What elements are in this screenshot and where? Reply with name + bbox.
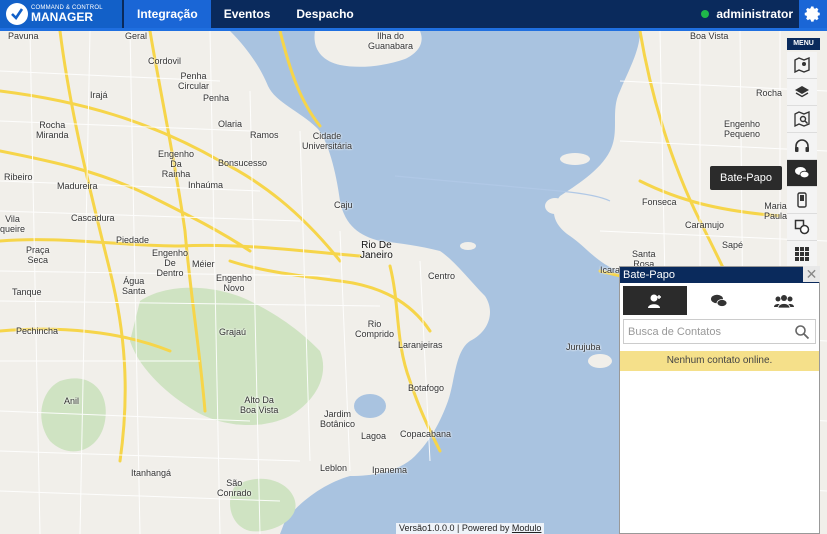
nav-tab-despacho[interactable]: Despacho <box>283 0 366 28</box>
grid-button[interactable] <box>787 241 817 268</box>
map-label: Fonseca <box>642 197 677 207</box>
map-label: Centro <box>428 271 456 281</box>
shapes-icon <box>794 219 810 235</box>
map-label: Penha <box>203 93 230 103</box>
map-label: Maria Paula <box>764 201 788 221</box>
map-label: Cascadura <box>71 213 115 223</box>
gear-icon <box>804 6 820 22</box>
map-search-icon <box>794 111 810 127</box>
map-label: Ramos <box>250 130 279 140</box>
online-status-dot <box>701 10 710 18</box>
app-logo[interactable]: COMMAND & CONTROL MANAGER <box>0 0 122 28</box>
map-label: Engenho Pequeno <box>724 119 761 139</box>
user-name: administrator <box>716 7 793 21</box>
map-label: Ipanema <box>372 465 408 475</box>
map-label: Tanque <box>12 287 42 297</box>
map-label: Sapé <box>722 240 744 250</box>
contact-search-input[interactable] <box>628 325 794 338</box>
chat-close-button[interactable]: ✕ <box>803 266 820 282</box>
map-label: Pavuna <box>8 31 39 41</box>
map-label: Geral <box>125 31 148 41</box>
map-label: Alto Da Boa Vista <box>240 395 279 415</box>
map-label: Rio Comprido <box>355 319 395 339</box>
map-label: Vila queire <box>0 214 26 234</box>
chat-tooltip: Bate-Papo <box>710 166 782 190</box>
map-label: Irajá <box>90 90 108 100</box>
tab-conversations[interactable] <box>687 286 752 315</box>
map-label: Ribeiro <box>4 172 33 182</box>
map-label: Jardim Botânico <box>320 409 356 429</box>
chat-title: Bate-Papo <box>620 267 819 283</box>
grid-icon <box>795 247 809 261</box>
settings-button[interactable] <box>799 0 827 28</box>
chat-tabs <box>623 286 816 315</box>
tool-menu <box>787 52 817 268</box>
menu-label: MENU <box>787 38 820 50</box>
map-button[interactable] <box>787 52 817 79</box>
logo-title: MANAGER <box>31 10 93 24</box>
version-footer: Versão1.0.0.0 | Powered by Modulo <box>396 523 545 534</box>
map-label: Boa Vista <box>690 31 729 41</box>
map-label: Praça Seca <box>26 245 50 265</box>
map-label-city: Rio De Janeiro <box>360 240 393 261</box>
layers-button[interactable] <box>787 79 817 106</box>
powered-by-link[interactable]: Modulo <box>512 523 542 533</box>
chat-button[interactable] <box>787 160 817 187</box>
chat-icon <box>795 167 810 179</box>
groups-icon <box>773 294 794 308</box>
map-label: Bonsucesso <box>218 158 268 168</box>
map-label: Itanhangá <box>131 468 172 478</box>
map-label: Jurujuba <box>566 342 601 352</box>
map-label: Ilha do Guanabara <box>368 31 414 51</box>
search-icon[interactable] <box>794 324 810 340</box>
map-label: Caramujo <box>685 220 725 230</box>
map-label: Cidade Universitária <box>302 131 353 151</box>
shapes-button[interactable] <box>787 214 817 241</box>
no-contacts-message: Nenhum contato online. <box>620 351 819 371</box>
map-label: Água Santa <box>122 276 146 296</box>
headset-icon <box>795 139 809 152</box>
map-label: Penha Circular <box>178 71 210 91</box>
chat-panel: Bate-Papo Nenhum contato online. <box>619 266 820 534</box>
map-label: Engenho Da Rainha <box>158 149 195 179</box>
map-label: Madureira <box>57 181 98 191</box>
map-label: Olaria <box>218 119 243 129</box>
conversations-icon <box>711 294 728 307</box>
main-nav: Integração Eventos Despacho <box>124 0 367 28</box>
mobile-device-icon <box>797 192 807 208</box>
layers-icon <box>795 86 809 98</box>
tab-contacts[interactable] <box>623 286 688 315</box>
contact-search <box>623 319 816 344</box>
map-label: Copacabana <box>400 429 452 439</box>
contacts-icon <box>648 294 662 308</box>
map-label: Rocha <box>756 88 783 98</box>
map-label: Caju <box>334 200 353 210</box>
mobile-device-button[interactable] <box>787 187 817 214</box>
logo-check-icon <box>6 3 28 25</box>
map-label: Inhaúma <box>188 180 224 190</box>
tab-groups[interactable] <box>751 286 816 315</box>
map-label: Lagoa <box>361 431 387 441</box>
map-label: Anil <box>64 396 80 406</box>
top-navigation-bar: COMMAND & CONTROL MANAGER Integração Eve… <box>0 0 827 28</box>
nav-tab-eventos[interactable]: Eventos <box>211 0 284 28</box>
user-menu[interactable]: administrator <box>701 0 793 28</box>
map-label: Engenho De Dentro <box>152 248 189 278</box>
headset-button[interactable] <box>787 133 817 160</box>
map-icon <box>794 57 810 73</box>
map-label: Engenho Novo <box>216 273 253 293</box>
map-label: Rocha Miranda <box>36 120 69 140</box>
map-label: Leblon <box>320 463 348 473</box>
map-label: Botafogo <box>408 383 445 393</box>
map-label: Laranjeiras <box>398 340 443 350</box>
map-search-button[interactable] <box>787 106 817 133</box>
version-text: Versão1.0.0.0 | Powered by <box>399 523 512 533</box>
nav-tab-integracao[interactable]: Integração <box>124 0 211 28</box>
map-label: Méier <box>192 259 215 269</box>
map-label: Pechincha <box>16 326 59 336</box>
map-label: Grajaú <box>219 327 247 337</box>
map-label: Cordovil <box>148 56 182 66</box>
map-label: Piedade <box>116 235 150 245</box>
map-label: São Conrado <box>217 478 252 498</box>
